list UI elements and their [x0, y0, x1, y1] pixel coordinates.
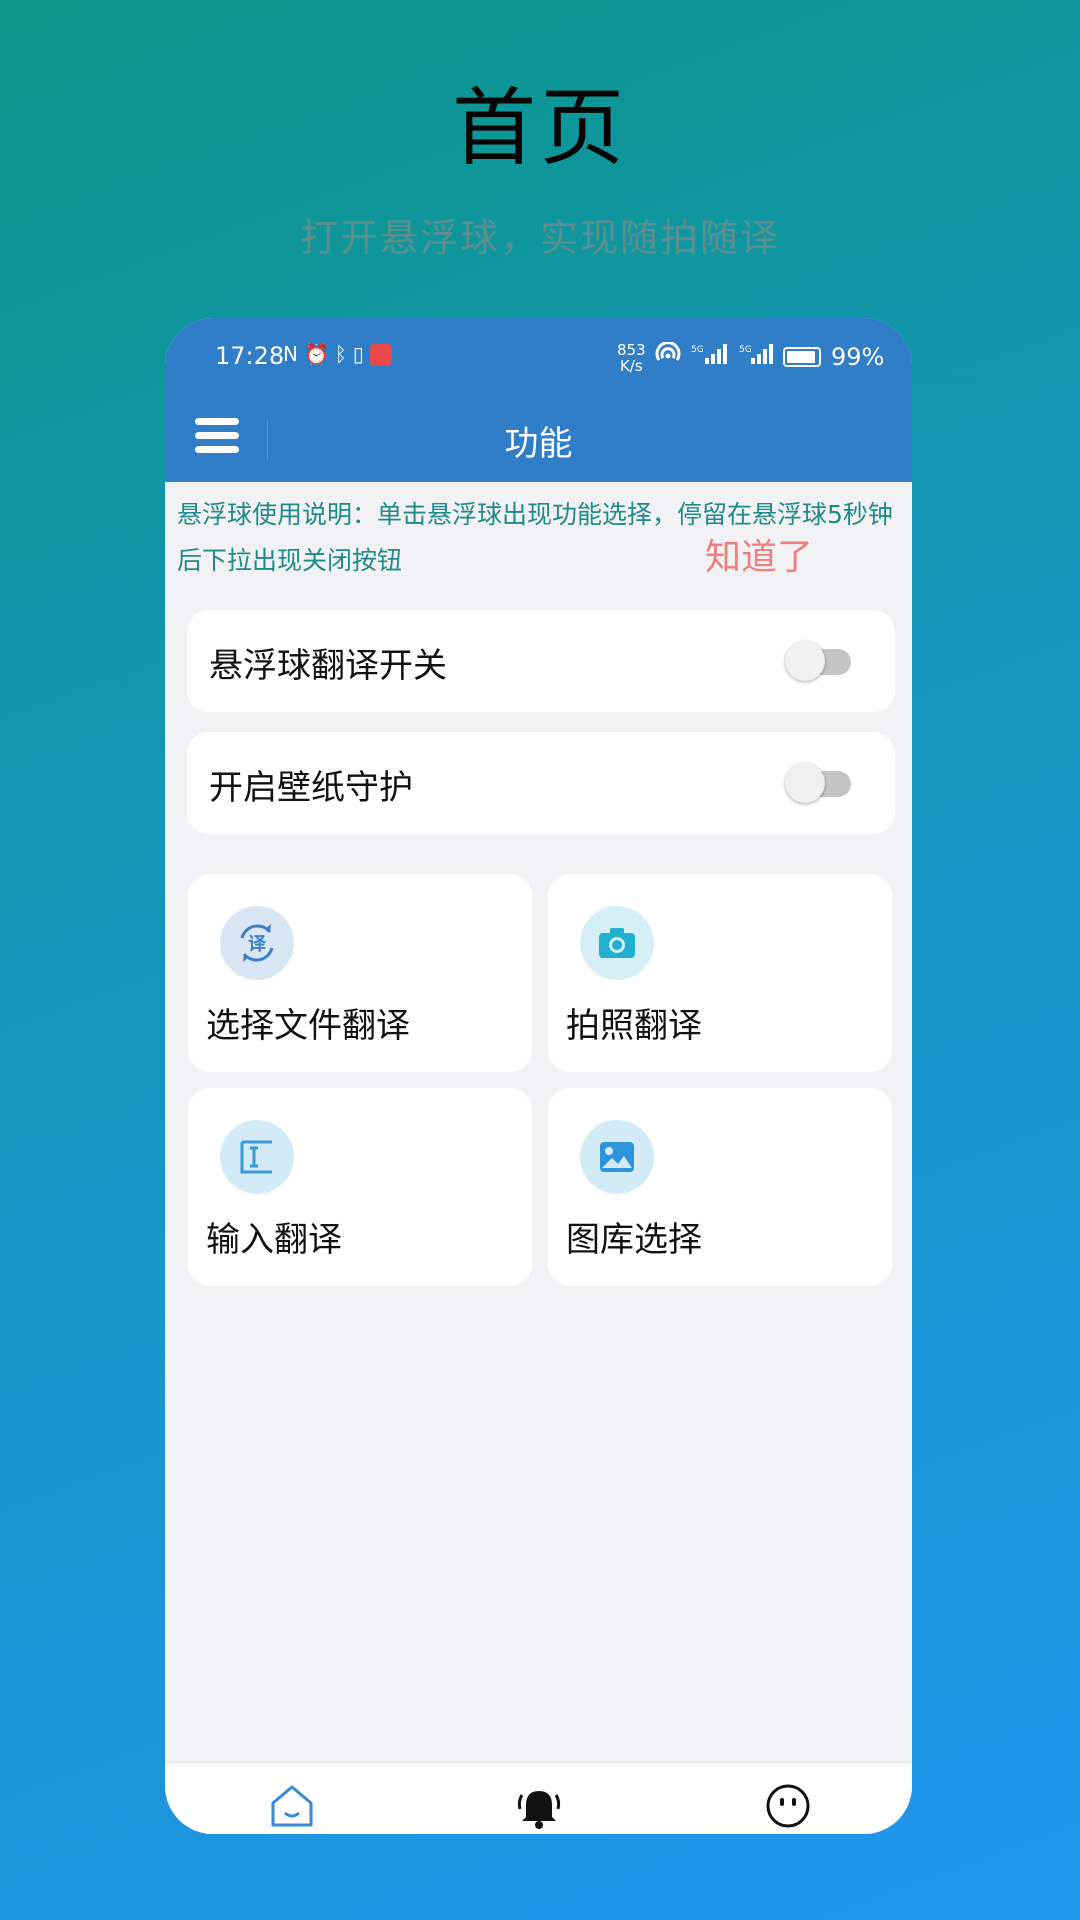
gallery-select-label: 图库选择 [566, 1220, 702, 1260]
home-icon[interactable] [267, 1781, 317, 1831]
promo-title: 首页 [451, 79, 628, 177]
photo-translate-tile[interactable]: 拍照翻译 [548, 874, 892, 1072]
floating-ball-toggle-label: 悬浮球翻译开关 [209, 646, 447, 686]
wallpaper-guard-toggle-row: 开启壁纸守护 [187, 732, 895, 834]
notice-ack-button[interactable]: 知道了 [705, 528, 813, 580]
image-gallery-icon [580, 1120, 654, 1194]
phone-screen: 17:28 N ⏰ ᛒ ▯ 853 K/s 5G 5G 99% 功能 悬浮球使用… [165, 318, 912, 1834]
floating-ball-toggle-row: 悬浮球翻译开关 [187, 610, 895, 712]
gallery-select-tile[interactable]: 图库选择 [548, 1088, 892, 1286]
svg-text:5G: 5G [739, 345, 752, 355]
svg-text:5G: 5G [691, 345, 704, 355]
alarm-icon: ⏰ [303, 342, 329, 366]
input-translate-label: 输入翻译 [206, 1220, 342, 1260]
translate-cycle-icon: 译 [220, 906, 294, 980]
status-time: 17:28 [215, 342, 285, 370]
network-speed-unit: K/s [619, 357, 643, 375]
input-translate-tile[interactable]: 输入翻译 [188, 1088, 532, 1286]
promo-subtitle: 打开悬浮球，实现随拍随译 [299, 216, 780, 260]
status-icons-left: N ⏰ ᛒ ▯ [283, 342, 392, 366]
floating-ball-switch[interactable] [785, 641, 853, 681]
app-bar: 功能 [165, 398, 912, 482]
status-bar: 17:28 N ⏰ ᛒ ▯ 853 K/s 5G 5G 99% [165, 318, 912, 398]
network-speed: 853 K/s [617, 342, 646, 374]
battery-icon [783, 347, 821, 367]
bluetooth-icon: ᛒ [334, 342, 347, 366]
camera-icon [580, 906, 654, 980]
file-translate-label: 选择文件翻译 [206, 1006, 410, 1046]
notification-app-icon [369, 344, 392, 366]
text-input-icon [220, 1120, 294, 1194]
status-icons-right: 5G 5G 99% [655, 341, 885, 372]
signal-5g-icon-2: 5G [739, 342, 773, 372]
battery-percent: 99% [831, 343, 885, 371]
bell-icon[interactable] [514, 1781, 564, 1831]
file-translate-tile[interactable]: 译 选择文件翻译 [188, 874, 532, 1072]
face-icon[interactable] [763, 1781, 813, 1831]
hotspot-icon [655, 341, 681, 372]
bottom-nav [165, 1762, 912, 1834]
network-speed-value: 853 [617, 341, 646, 359]
svg-text:译: 译 [248, 934, 267, 955]
nfc-icon: N [283, 342, 298, 366]
wallpaper-guard-toggle-label: 开启壁纸守护 [209, 768, 413, 808]
page-title: 功能 [504, 424, 573, 464]
wallpaper-guard-switch[interactable] [785, 763, 853, 803]
signal-5g-icon-1: 5G [691, 342, 729, 372]
photo-translate-label: 拍照翻译 [566, 1006, 702, 1046]
vibrate-icon: ▯ [352, 342, 364, 366]
